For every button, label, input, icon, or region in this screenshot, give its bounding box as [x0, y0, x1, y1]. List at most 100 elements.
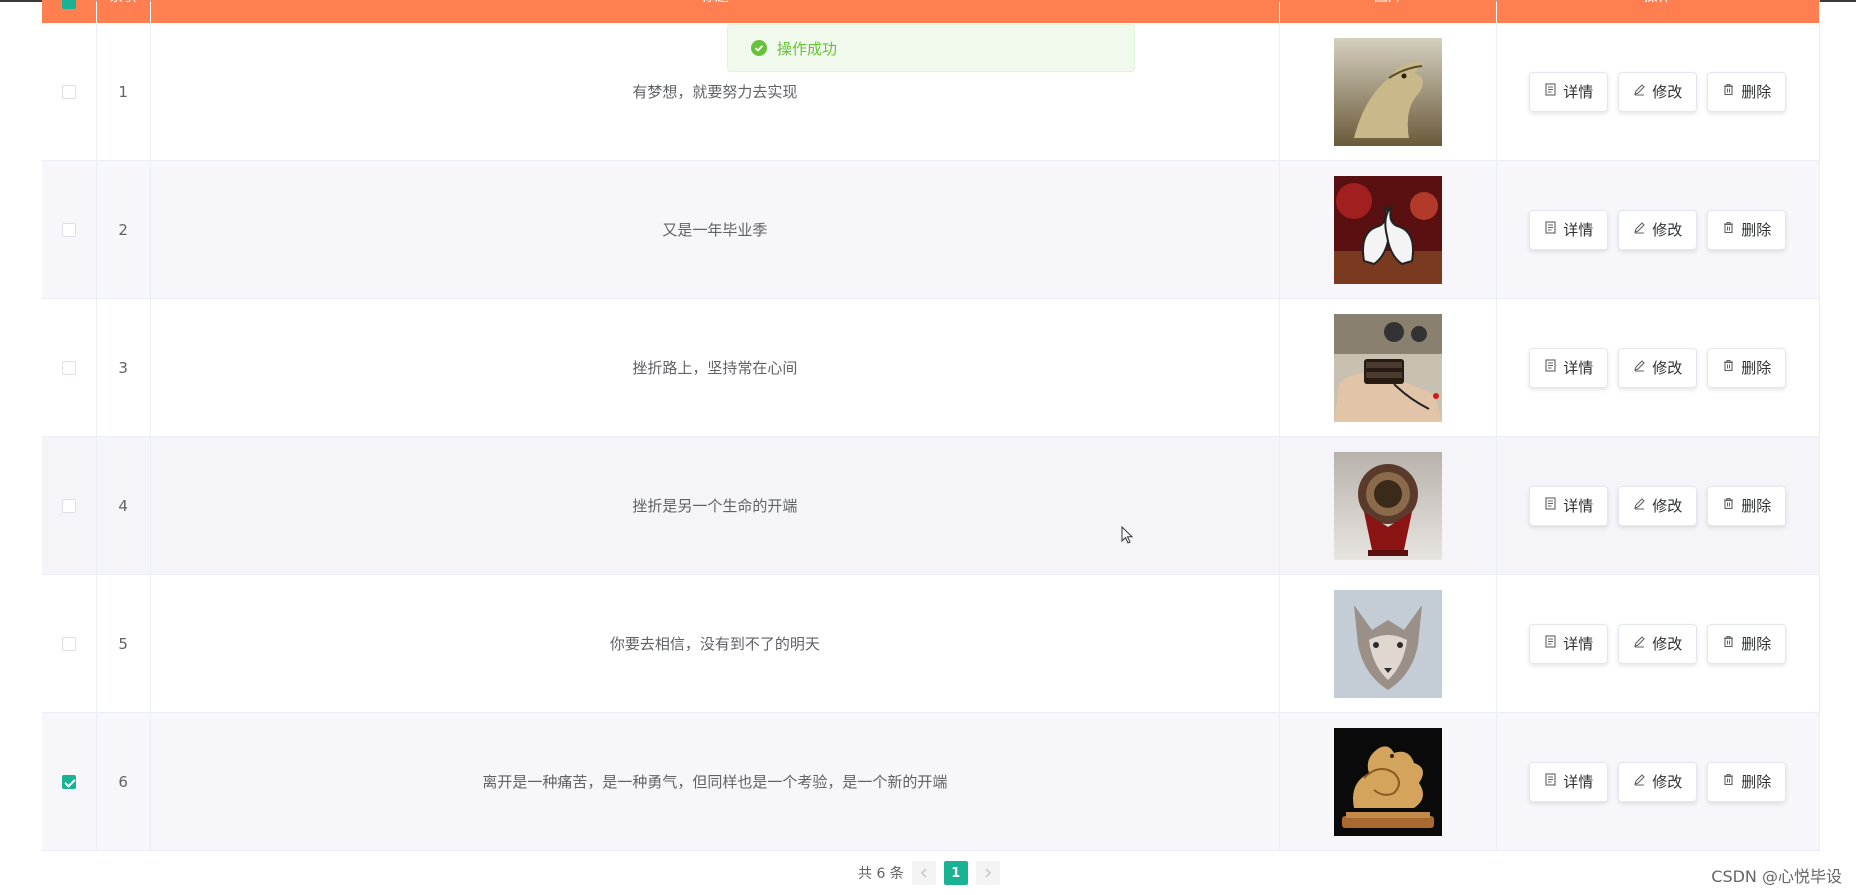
header-title: 标题 [150, 0, 1281, 23]
delete-button[interactable]: 删除 [1707, 71, 1787, 112]
delete-button[interactable]: 删除 [1707, 209, 1787, 250]
detail-button[interactable]: 详情 [1529, 623, 1609, 664]
row-image-cell [1279, 574, 1497, 713]
check-circle-icon [751, 40, 767, 56]
data-table: 索引 标题 图片 操作 1有梦想，就要努力去实现详情修改删除2又是一年毕业季详情… [42, 0, 1820, 851]
delete-button-label: 删除 [1741, 84, 1772, 101]
prev-page-button[interactable] [911, 861, 936, 885]
detail-button[interactable]: 详情 [1529, 347, 1609, 388]
delete-button-label: 删除 [1741, 774, 1772, 791]
edit-button-label: 修改 [1652, 84, 1683, 101]
header-image: 图片 [1279, 0, 1497, 23]
header-ops: 操作 [1496, 0, 1820, 23]
row-ops-cell: 详情 修改 删除 [1496, 712, 1820, 851]
delete-button-label: 删除 [1741, 360, 1772, 377]
row-actions: 详情 修改 删除 [1497, 209, 1820, 250]
row-ops-cell: 详情 修改 删除 [1496, 160, 1820, 299]
watermark: CSDN @心悦毕设 [1711, 867, 1842, 886]
delete-button[interactable]: 删除 [1707, 485, 1787, 526]
row-title: 你要去相信，没有到不了的明天 [150, 574, 1281, 713]
trash-icon [1722, 635, 1735, 652]
edit-button[interactable]: 修改 [1618, 347, 1698, 388]
row-actions: 详情 修改 删除 [1497, 623, 1820, 664]
row-select-cell[interactable] [42, 712, 97, 851]
wolf-head-image[interactable] [1333, 589, 1442, 698]
mouse-cursor-icon [1121, 526, 1134, 544]
document-icon [1544, 497, 1557, 514]
chevron-right-icon [985, 868, 991, 878]
row-checkbox[interactable] [61, 361, 76, 375]
detail-button-label: 详情 [1563, 222, 1594, 239]
golden-dragon-image[interactable] [1333, 727, 1442, 836]
detail-button[interactable]: 详情 [1529, 761, 1609, 802]
row-select-cell[interactable] [42, 298, 97, 437]
select-all-checkbox[interactable] [61, 0, 76, 9]
table-grid: 索引 标题 图片 操作 1有梦想，就要努力去实现详情修改删除2又是一年毕业季详情… [42, 0, 1820, 851]
row-title: 又是一年毕业季 [150, 160, 1281, 299]
edit-button-label: 修改 [1652, 636, 1683, 653]
drum-ornament-image[interactable] [1333, 451, 1442, 560]
edit-button[interactable]: 修改 [1618, 485, 1698, 526]
row-ops-cell: 详情 修改 删除 [1496, 574, 1820, 713]
row-index: 2 [96, 160, 151, 299]
edit-button[interactable]: 修改 [1618, 761, 1698, 802]
pagination: 共 6 条 1 [858, 860, 1000, 886]
header-index: 索引 [96, 0, 151, 23]
table-row: 6 离开是一种痛苦，是一种勇气，但同样也是一个考验，是一个新的开端 详情 修改 删除 [42, 712, 1820, 851]
row-ops-cell: 详情 修改 删除 [1496, 298, 1820, 437]
page: 索引 标题 图片 操作 1有梦想，就要努力去实现详情修改删除2又是一年毕业季详情… [0, 0, 1856, 895]
row-index: 5 [96, 574, 151, 713]
document-icon [1544, 635, 1557, 652]
trash-icon [1722, 83, 1735, 100]
row-checkbox[interactable] [61, 85, 76, 99]
row-select-cell[interactable] [42, 160, 97, 299]
row-index: 1 [96, 23, 151, 161]
row-image-cell [1279, 712, 1497, 851]
row-select-cell[interactable] [42, 23, 97, 161]
row-image-cell [1279, 160, 1497, 299]
detail-button-label: 详情 [1563, 498, 1594, 515]
header-select-all[interactable] [42, 0, 97, 23]
page-number-current[interactable]: 1 [943, 861, 968, 885]
delete-button-label: 删除 [1741, 636, 1772, 653]
document-icon [1544, 83, 1557, 100]
success-toast: 操作成功 [727, 24, 1135, 72]
edit-button[interactable]: 修改 [1618, 623, 1698, 664]
pencil-icon [1633, 359, 1646, 376]
pagination-total: 共 6 条 [858, 866, 904, 882]
table-row: 4 挫折是另一个生命的开端 详情 修改 删除 [42, 436, 1820, 575]
row-checkbox[interactable] [61, 499, 76, 513]
carved-block-image[interactable] [1333, 313, 1442, 422]
next-page-button[interactable] [975, 861, 1000, 885]
row-image-cell [1279, 298, 1497, 437]
eagle-sculpture-image[interactable] [1333, 37, 1442, 146]
row-image-cell [1279, 436, 1497, 575]
row-index: 4 [96, 436, 151, 575]
table-row: 5 你要去相信，没有到不了的明天 详情 修改 删除 [42, 574, 1820, 713]
detail-button[interactable]: 详情 [1529, 209, 1609, 250]
table-header-row: 索引 标题 图片 操作 [42, 0, 1820, 23]
detail-button[interactable]: 详情 [1529, 485, 1609, 526]
row-checkbox[interactable] [61, 637, 76, 651]
delete-button[interactable]: 删除 [1707, 623, 1787, 664]
pencil-icon [1633, 83, 1646, 100]
pencil-icon [1633, 221, 1646, 238]
swan-ornament-image[interactable] [1333, 175, 1442, 284]
row-select-cell[interactable] [42, 574, 97, 713]
edit-button-label: 修改 [1652, 222, 1683, 239]
delete-button[interactable]: 删除 [1707, 347, 1787, 388]
row-checkbox[interactable] [61, 775, 76, 789]
document-icon [1544, 221, 1557, 238]
trash-icon [1722, 359, 1735, 376]
edit-button-label: 修改 [1652, 774, 1683, 791]
detail-button-label: 详情 [1563, 774, 1594, 791]
row-checkbox[interactable] [61, 223, 76, 237]
delete-button[interactable]: 删除 [1707, 761, 1787, 802]
edit-button[interactable]: 修改 [1618, 209, 1698, 250]
edit-button-label: 修改 [1652, 360, 1683, 377]
detail-button[interactable]: 详情 [1529, 71, 1609, 112]
row-actions: 详情 修改 删除 [1497, 71, 1820, 112]
row-select-cell[interactable] [42, 436, 97, 575]
edit-button[interactable]: 修改 [1618, 71, 1698, 112]
row-actions: 详情 修改 删除 [1497, 761, 1820, 802]
